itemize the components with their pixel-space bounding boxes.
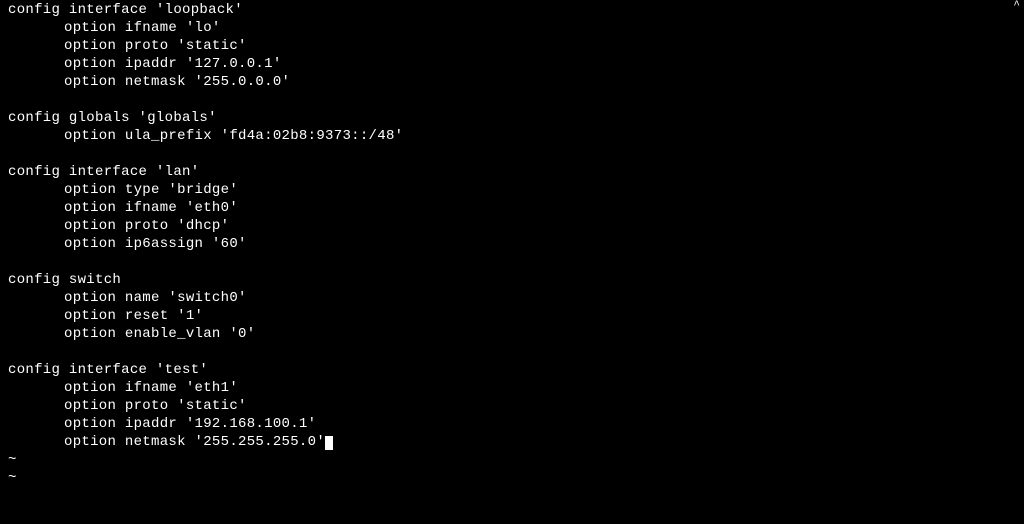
- scroll-up-arrow[interactable]: ^: [1013, 1, 1020, 12]
- config-text: option reset '1': [64, 308, 203, 324]
- cursor: [325, 436, 333, 450]
- config-text: option ipaddr '192.168.100.1': [64, 416, 316, 432]
- config-line: option ula_prefix 'fd4a:02b8:9373::/48': [8, 127, 1024, 145]
- config-text: config interface 'test': [8, 362, 208, 378]
- config-text: option ip6assign '60': [64, 236, 247, 252]
- config-line: config interface 'lan': [8, 163, 1024, 181]
- config-line: option ifname 'lo': [8, 19, 1024, 37]
- config-text: option proto 'static': [64, 38, 247, 54]
- config-text: option ifname 'eth1': [64, 380, 238, 396]
- config-line: config interface 'loopback': [8, 1, 1024, 19]
- config-text: config globals 'globals': [8, 110, 217, 126]
- config-line: option proto 'static': [8, 397, 1024, 415]
- config-line: config globals 'globals': [8, 109, 1024, 127]
- config-line: option ifname 'eth0': [8, 199, 1024, 217]
- config-line: option netmask '255.0.0.0': [8, 73, 1024, 91]
- config-line: [8, 145, 1024, 163]
- config-line: option ip6assign '60': [8, 235, 1024, 253]
- config-line: option type 'bridge': [8, 181, 1024, 199]
- config-text: config interface 'lan': [8, 164, 199, 180]
- config-text: option ifname 'lo': [64, 20, 221, 36]
- config-text: option ifname 'eth0': [64, 200, 238, 216]
- config-text: option type 'bridge': [64, 182, 238, 198]
- config-line: config interface 'test': [8, 361, 1024, 379]
- config-line: [8, 91, 1024, 109]
- terminal-editor[interactable]: config interface 'loopback' option ifname…: [0, 0, 1024, 487]
- config-text: option enable_vlan '0': [64, 326, 255, 342]
- config-line: option ifname 'eth1': [8, 379, 1024, 397]
- config-line: option name 'switch0': [8, 289, 1024, 307]
- config-line: option reset '1': [8, 307, 1024, 325]
- config-line: [8, 343, 1024, 361]
- config-text: option netmask '255.255.255.0': [64, 434, 325, 450]
- config-text: option ula_prefix 'fd4a:02b8:9373::/48': [64, 128, 403, 144]
- config-line: option proto 'static': [8, 37, 1024, 55]
- config-text: option ipaddr '127.0.0.1': [64, 56, 282, 72]
- empty-line-tilde: ~: [8, 451, 1024, 469]
- config-line: option ipaddr '192.168.100.1': [8, 415, 1024, 433]
- config-line: [8, 253, 1024, 271]
- config-text: config interface 'loopback': [8, 2, 243, 18]
- config-text: option proto 'static': [64, 398, 247, 414]
- config-line: option netmask '255.255.255.0': [8, 433, 1024, 451]
- config-text: option name 'switch0': [64, 290, 247, 306]
- config-line: option ipaddr '127.0.0.1': [8, 55, 1024, 73]
- config-line: config switch: [8, 271, 1024, 289]
- config-text: option netmask '255.0.0.0': [64, 74, 290, 90]
- config-text: config switch: [8, 272, 121, 288]
- config-line: option enable_vlan '0': [8, 325, 1024, 343]
- config-line: option proto 'dhcp': [8, 217, 1024, 235]
- config-text: option proto 'dhcp': [64, 218, 229, 234]
- empty-line-tilde: ~: [8, 469, 1024, 487]
